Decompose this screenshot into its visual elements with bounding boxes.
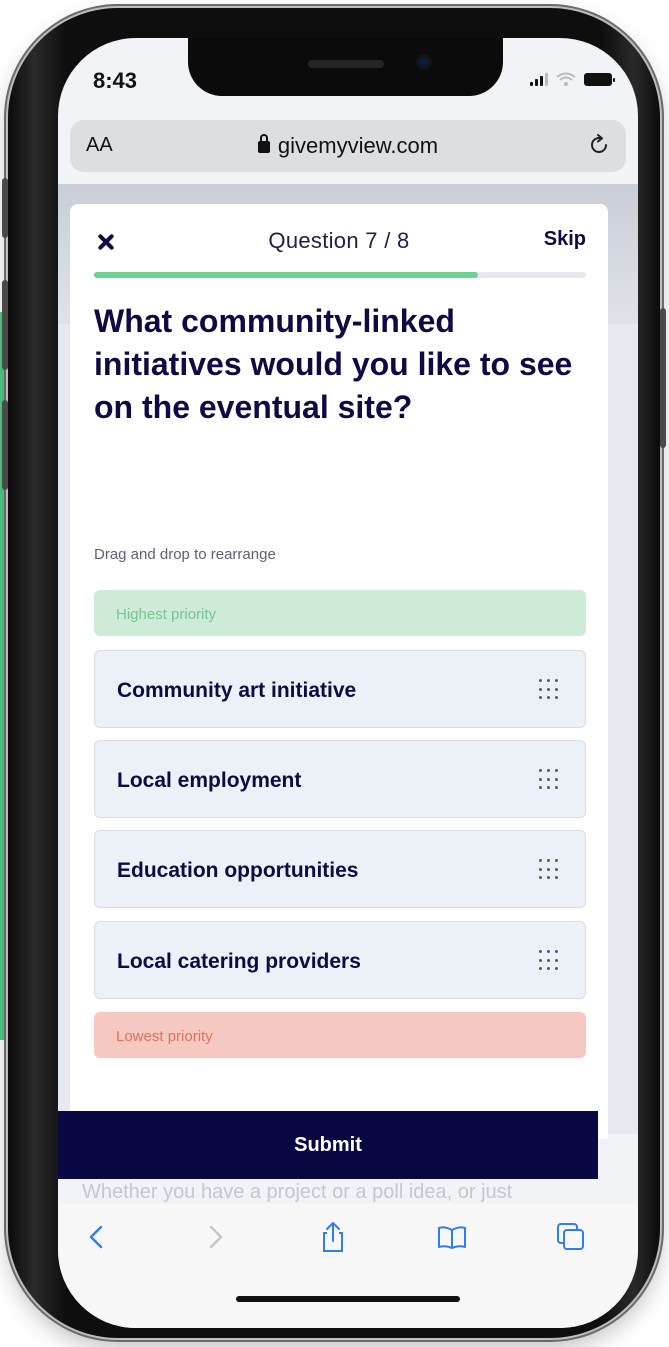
rank-item-label: Local employment [117,769,302,792]
question-counter: Question 7 / 8 [268,228,410,253]
address-bar[interactable]: AA givemyview.com [70,120,626,172]
url-text: givemyview.com [277,133,439,158]
mute-switch [2,178,8,238]
background-page-text: Whether you have a project or a poll ide… [82,1181,513,1203]
drag-handle-icon[interactable] [539,769,559,791]
front-camera [416,54,432,70]
question-title: What community-linked initiatives would … [94,303,573,425]
drag-handle-icon[interactable] [539,679,559,701]
speaker-grille [308,60,384,68]
rank-item[interactable]: Local catering providers [94,921,586,999]
question-card: Question 7 / 8 Skip What community-linke… [70,204,608,1139]
phone-frame: 8:43 AA givemyview.com Question 7 / 8 Sk… [2,8,666,1338]
submit-button[interactable]: Submit [58,1111,598,1179]
skip-button[interactable]: Skip [544,228,586,251]
power-button [660,308,666,448]
drag-handle-icon[interactable] [539,950,559,972]
forward-icon[interactable] [198,1220,232,1254]
drag-hint: Drag and drop to rearrange [94,546,276,563]
bookmarks-icon[interactable] [435,1220,469,1254]
progress-bar [94,272,586,278]
url-field[interactable]: givemyview.com [70,133,626,159]
volume-down-button [2,400,8,490]
rank-item-label: Community art initiative [117,679,357,702]
status-time: 8:43 [93,68,138,93]
cell-signal-icon [530,73,548,86]
lock-icon [257,134,270,153]
highest-priority-zone: Highest priority [94,590,586,636]
rank-item[interactable]: Local employment [94,740,586,818]
tabs-icon[interactable] [554,1220,588,1254]
notch [188,38,503,96]
progress-fill [94,272,478,278]
share-icon[interactable] [316,1220,350,1254]
reload-icon[interactable] [586,132,612,158]
volume-up-button [2,280,8,370]
phone-screen: 8:43 AA givemyview.com Question 7 / 8 Sk… [58,38,638,1328]
lowest-priority-zone: Lowest priority [94,1012,586,1058]
rank-item[interactable]: Community art initiative [94,650,586,728]
back-icon[interactable] [80,1220,114,1254]
rank-item[interactable]: Education opportunities [94,830,586,908]
battery-icon [584,73,615,86]
rank-item-label: Education opportunities [117,859,359,882]
browser-toolbar [58,1204,638,1328]
status-icons [530,72,615,86]
rank-item-label: Local catering providers [117,950,361,973]
wifi-icon [556,72,576,86]
home-indicator [236,1296,460,1302]
drag-handle-icon[interactable] [539,859,559,881]
